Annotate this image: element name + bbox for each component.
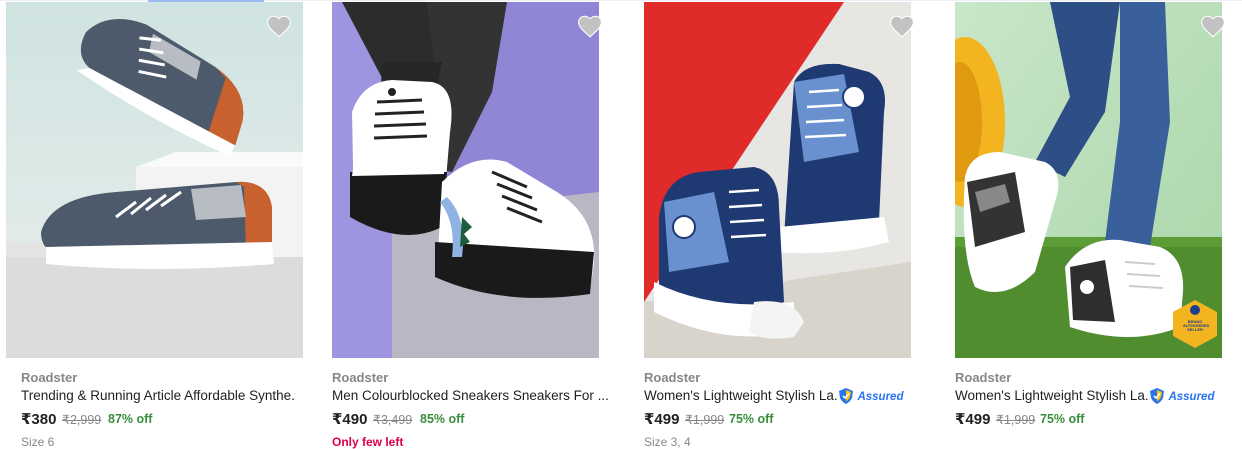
product-card-3[interactable]: Roadster Women's Lightweight Stylish La.…	[644, 2, 914, 449]
assured-badge: Assured	[1150, 387, 1214, 405]
size-info: Size 3, 4	[644, 435, 691, 449]
assured-label: Assured	[857, 391, 904, 403]
product-price: ₹490	[332, 411, 368, 428]
product-image-2[interactable]	[332, 2, 599, 358]
discount-label: 85% off	[420, 412, 465, 426]
product-price: ₹499	[644, 411, 680, 428]
discount-label: 75% off	[1040, 412, 1085, 426]
product-brand: Roadster	[21, 370, 78, 385]
product-image-3[interactable]	[644, 2, 911, 358]
wishlist-heart-icon[interactable]	[1200, 14, 1226, 38]
product-card-2[interactable]: Roadster Men Colourblocked Sneakers Snea…	[332, 2, 609, 449]
product-price: ₹499	[955, 411, 991, 428]
assured-shield-icon	[1150, 387, 1164, 404]
product-image-4[interactable]	[955, 2, 1222, 358]
product-mrp: ₹1,999	[685, 413, 725, 427]
brand-authorised-seller-badge: BRAND AUTHORISED SELLER	[1183, 319, 1210, 332]
product-title[interactable]: Women's Lightweight Stylish La...	[644, 388, 839, 403]
product-card-4[interactable]: BRAND AUTHORISED SELLER Roadster Women's…	[955, 2, 1242, 445]
product-mrp: ₹2,999	[62, 413, 102, 427]
discount-label: 87% off	[108, 412, 153, 426]
product-mrp: ₹1,999	[996, 413, 1036, 427]
product-title[interactable]: Women's Lightweight Stylish La...	[955, 388, 1150, 403]
wishlist-heart-icon[interactable]	[889, 14, 915, 38]
product-brand: Roadster	[332, 370, 389, 385]
product-image-1[interactable]	[6, 2, 303, 358]
wishlist-heart-icon[interactable]	[266, 14, 292, 38]
size-info: Size 6	[21, 435, 55, 449]
product-title[interactable]: Trending & Running Article Affordable Sy…	[21, 388, 296, 403]
discount-label: 75% off	[729, 412, 774, 426]
product-title[interactable]: Men Colourblocked Sneakers Sneakers For …	[332, 388, 612, 403]
assured-label: Assured	[1168, 391, 1215, 403]
assured-shield-icon	[839, 387, 853, 404]
product-mrp: ₹3,499	[373, 413, 413, 427]
product-price: ₹380	[21, 411, 57, 428]
wishlist-heart-icon[interactable]	[577, 14, 603, 38]
product-card-1[interactable]: Roadster Trending & Running Article Affo…	[6, 2, 303, 449]
assured-badge: Assured	[839, 387, 903, 405]
product-brand: Roadster	[644, 370, 701, 385]
product-brand: Roadster	[955, 370, 1012, 385]
stock-warning: Only few left	[332, 435, 404, 449]
